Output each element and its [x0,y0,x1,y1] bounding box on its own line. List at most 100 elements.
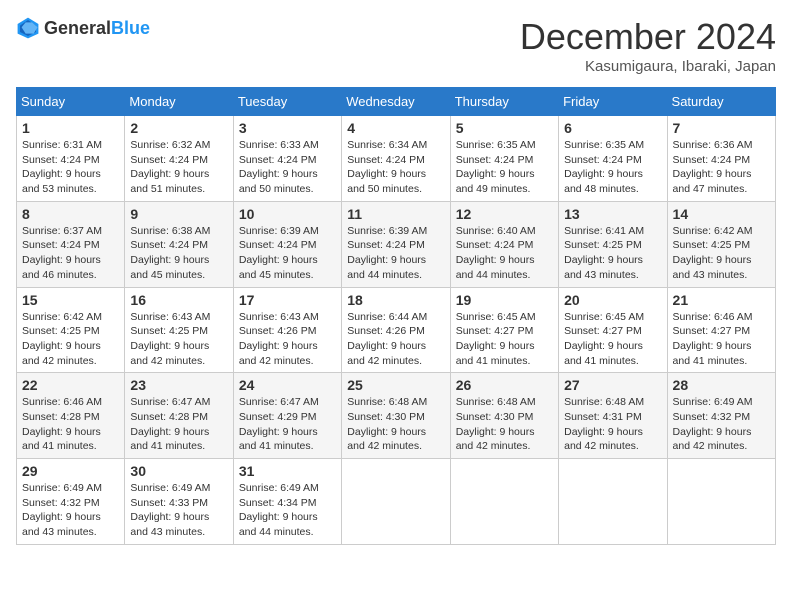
day-number: 8 [22,206,119,222]
calendar-cell: 17Sunrise: 6:43 AMSunset: 4:26 PMDayligh… [233,287,341,373]
header-monday: Monday [125,88,233,116]
header-thursday: Thursday [450,88,558,116]
day-number: 28 [673,377,770,393]
day-info: Sunrise: 6:48 AMSunset: 4:31 PMDaylight:… [564,396,644,452]
day-info: Sunrise: 6:33 AMSunset: 4:24 PMDaylight:… [239,139,319,195]
day-info: Sunrise: 6:47 AMSunset: 4:28 PMDaylight:… [130,396,210,452]
day-number: 4 [347,120,444,136]
calendar-week-3: 15 Sunrise: 6:42 AMSunset: 4:25 PMDayligh… [17,287,776,373]
logo: GeneralBlue [16,16,150,40]
calendar-cell [342,459,450,545]
calendar-cell: 26Sunrise: 6:48 AMSunset: 4:30 PMDayligh… [450,373,558,459]
day-info: Sunrise: 6:34 AMSunset: 4:24 PMDaylight:… [347,139,427,195]
day-number: 1 [22,120,119,136]
day-number: 18 [347,292,444,308]
title-section: December 2024 Kasumigaura, Ibaraki, Japa… [520,16,776,75]
calendar-cell: 9Sunrise: 6:38 AMSunset: 4:24 PMDaylight… [125,201,233,287]
calendar-week-2: 8 Sunrise: 6:37 AMSunset: 4:24 PMDaylight… [17,201,776,287]
header-sunday: Sunday [17,88,125,116]
calendar-cell: 18 Sunrise: 6:44 AMSunset: 4:26 PMDayligh… [342,287,450,373]
day-number: 29 [22,463,119,479]
day-number: 27 [564,377,661,393]
month-title: December 2024 [520,16,776,58]
logo-icon [16,16,40,40]
calendar-cell: 4 Sunrise: 6:34 AMSunset: 4:24 PMDaylight… [342,116,450,202]
calendar-cell: 2 Sunrise: 6:32 AMSunset: 4:24 PMDaylight… [125,116,233,202]
logo-text: GeneralBlue [44,18,150,39]
calendar-cell: 6 Sunrise: 6:35 AMSunset: 4:24 PMDaylight… [559,116,667,202]
logo-blue: Blue [111,18,150,38]
header-friday: Friday [559,88,667,116]
calendar-cell: 13 Sunrise: 6:41 AMSunset: 4:25 PMDayligh… [559,201,667,287]
day-info: Sunrise: 6:38 AMSunset: 4:24 PMDaylight:… [130,225,210,281]
calendar-week-5: 29 Sunrise: 6:49 AMSunset: 4:32 PMDayligh… [17,459,776,545]
day-info: Sunrise: 6:43 AMSunset: 4:25 PMDaylight:… [130,311,210,367]
header-tuesday: Tuesday [233,88,341,116]
header-wednesday: Wednesday [342,88,450,116]
day-info: Sunrise: 6:40 AMSunset: 4:24 PMDaylight:… [456,225,536,281]
day-info: Sunrise: 6:49 AMSunset: 4:34 PMDaylight:… [239,482,319,538]
day-info: Sunrise: 6:47 AMSunset: 4:29 PMDaylight:… [239,396,319,452]
day-info: Sunrise: 6:49 AMSunset: 4:33 PMDaylight:… [130,482,210,538]
calendar-header-row: Sunday Monday Tuesday Wednesday Thursday… [17,88,776,116]
day-info: Sunrise: 6:49 AMSunset: 4:32 PMDaylight:… [673,396,753,452]
day-number: 20 [564,292,661,308]
day-info: Sunrise: 6:36 AMSunset: 4:24 PMDaylight:… [673,139,753,195]
day-number: 24 [239,377,336,393]
calendar-cell: 28 Sunrise: 6:49 AMSunset: 4:32 PMDayligh… [667,373,775,459]
day-info: Sunrise: 6:42 AMSunset: 4:25 PMDaylight:… [673,225,753,281]
calendar-cell: 1 Sunrise: 6:31 AMSunset: 4:24 PMDaylight… [17,116,125,202]
day-number: 16 [130,292,227,308]
header-saturday: Saturday [667,88,775,116]
day-info: Sunrise: 6:31 AMSunset: 4:24 PMDaylight:… [22,139,102,195]
calendar-cell: 7 Sunrise: 6:36 AMSunset: 4:24 PMDaylight… [667,116,775,202]
calendar-cell: 5 Sunrise: 6:35 AMSunset: 4:24 PMDaylight… [450,116,558,202]
calendar-cell: 3 Sunrise: 6:33 AMSunset: 4:24 PMDaylight… [233,116,341,202]
location: Kasumigaura, Ibaraki, Japan [520,58,776,75]
calendar-cell: 16 Sunrise: 6:43 AMSunset: 4:25 PMDayligh… [125,287,233,373]
calendar-cell [559,459,667,545]
day-number: 11 [347,206,444,222]
day-info: Sunrise: 6:37 AMSunset: 4:24 PMDaylight:… [22,225,102,281]
day-info: Sunrise: 6:39 AMSunset: 4:24 PMDaylight:… [239,225,319,281]
calendar-cell: 27 Sunrise: 6:48 AMSunset: 4:31 PMDayligh… [559,373,667,459]
day-number: 31 [239,463,336,479]
day-number: 13 [564,206,661,222]
day-info: Sunrise: 6:48 AMSunset: 4:30 PMDaylight:… [456,396,536,452]
day-info: Sunrise: 6:35 AMSunset: 4:24 PMDaylight:… [564,139,644,195]
day-number: 3 [239,120,336,136]
day-info: Sunrise: 6:46 AMSunset: 4:28 PMDaylight:… [22,396,102,452]
day-number: 25 [347,377,444,393]
day-info: Sunrise: 6:48 AMSunset: 4:30 PMDaylight:… [347,396,427,452]
calendar-cell [667,459,775,545]
day-info: Sunrise: 6:45 AMSunset: 4:27 PMDaylight:… [456,311,536,367]
day-number: 30 [130,463,227,479]
calendar-cell: 19 Sunrise: 6:45 AMSunset: 4:27 PMDayligh… [450,287,558,373]
calendar-cell: 11Sunrise: 6:39 AMSunset: 4:24 PMDayligh… [342,201,450,287]
day-info: Sunrise: 6:35 AMSunset: 4:24 PMDaylight:… [456,139,536,195]
day-number: 6 [564,120,661,136]
calendar-cell: 30 Sunrise: 6:49 AMSunset: 4:33 PMDayligh… [125,459,233,545]
calendar-week-4: 22Sunrise: 6:46 AMSunset: 4:28 PMDayligh… [17,373,776,459]
day-number: 5 [456,120,553,136]
day-number: 21 [673,292,770,308]
day-number: 7 [673,120,770,136]
day-info: Sunrise: 6:46 AMSunset: 4:27 PMDaylight:… [673,311,753,367]
calendar-cell: 12Sunrise: 6:40 AMSunset: 4:24 PMDayligh… [450,201,558,287]
calendar-cell: 21 Sunrise: 6:46 AMSunset: 4:27 PMDayligh… [667,287,775,373]
day-info: Sunrise: 6:49 AMSunset: 4:32 PMDaylight:… [22,482,102,538]
day-info: Sunrise: 6:41 AMSunset: 4:25 PMDaylight:… [564,225,644,281]
day-info: Sunrise: 6:32 AMSunset: 4:24 PMDaylight:… [130,139,210,195]
day-number: 14 [673,206,770,222]
day-number: 2 [130,120,227,136]
calendar-cell: 20Sunrise: 6:45 AMSunset: 4:27 PMDayligh… [559,287,667,373]
page-header: GeneralBlue December 2024 Kasumigaura, I… [16,16,776,75]
calendar-cell: 15 Sunrise: 6:42 AMSunset: 4:25 PMDayligh… [17,287,125,373]
day-info: Sunrise: 6:42 AMSunset: 4:25 PMDaylight:… [22,311,102,367]
calendar-cell: 22Sunrise: 6:46 AMSunset: 4:28 PMDayligh… [17,373,125,459]
day-number: 15 [22,292,119,308]
day-info: Sunrise: 6:44 AMSunset: 4:26 PMDaylight:… [347,311,427,367]
calendar-cell: 29 Sunrise: 6:49 AMSunset: 4:32 PMDayligh… [17,459,125,545]
day-number: 19 [456,292,553,308]
day-number: 23 [130,377,227,393]
